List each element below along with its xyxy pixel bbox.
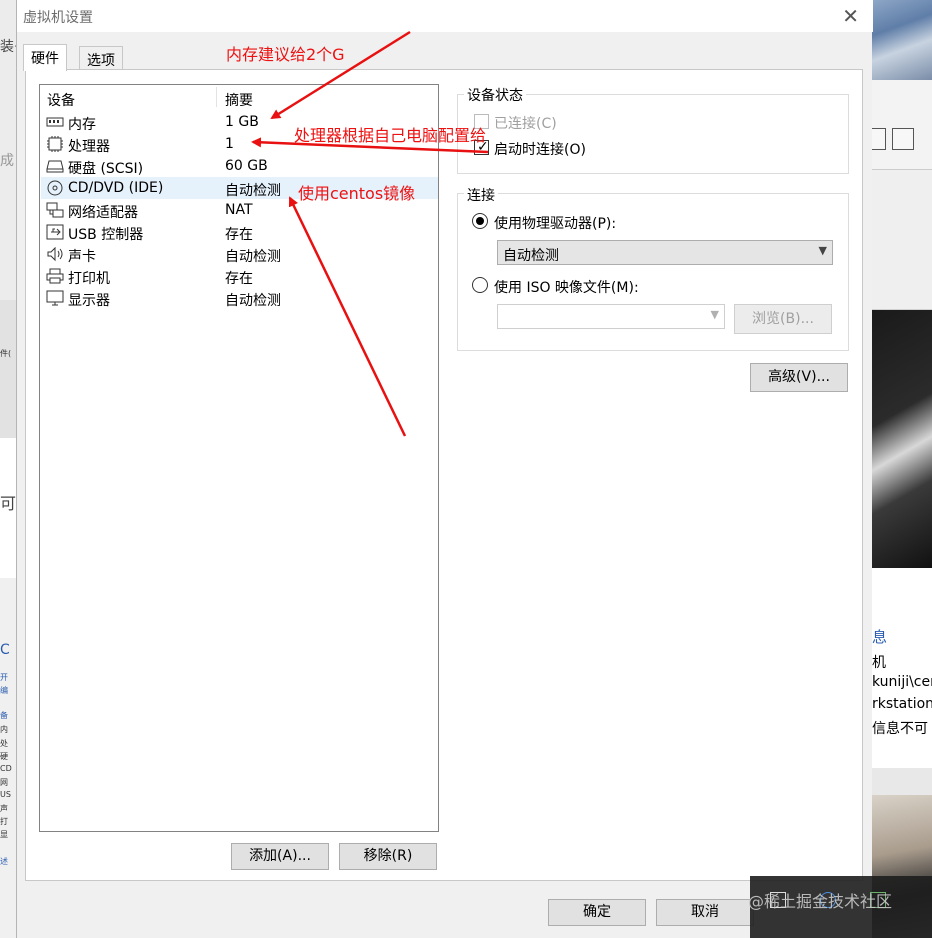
- bg-fragment: 显: [0, 830, 8, 839]
- device-summary: 1 GB: [225, 114, 259, 130]
- column-header-summary[interactable]: 摘要: [225, 90, 253, 110]
- annotation-processor: 处理器根据自己电脑配置给: [294, 126, 487, 145]
- device-name: 打印机: [68, 271, 110, 287]
- bg-left-mid: [0, 300, 16, 438]
- cancel-button[interactable]: 取消: [656, 899, 754, 926]
- chevron-down-icon: ▼: [710, 308, 719, 321]
- column-divider[interactable]: [216, 87, 217, 107]
- device-summary: 自动检测: [225, 183, 281, 199]
- network-adapter-icon: [46, 202, 64, 218]
- radio-dot: [476, 217, 484, 225]
- column-header-device[interactable]: 设备: [47, 90, 75, 110]
- device-row-usb-controller[interactable]: USB 控制器 存在: [41, 221, 438, 243]
- bg-fragment: 述: [0, 857, 8, 866]
- background-photo: [872, 0, 932, 80]
- device-name: 声卡: [68, 249, 96, 265]
- bg-fragment: 件(: [0, 349, 12, 358]
- cd-dvd-icon: [47, 180, 63, 196]
- bg-fragment: 成: [0, 153, 14, 169]
- iso-file-radio[interactable]: [472, 277, 488, 293]
- bg-info-line: 信息不可: [872, 721, 928, 737]
- display-icon: [46, 290, 64, 306]
- window-title: 虚拟机设置: [23, 10, 93, 26]
- bg-fragment: 硬: [0, 752, 8, 761]
- background-window-left: 装· 成 件( 可 C 开 编 备 内 处 硬 CD 网 US 声 打 显 述: [0, 0, 16, 938]
- tab-hardware[interactable]: 硬件: [23, 44, 67, 71]
- bg-fragment: C: [0, 642, 10, 658]
- iso-file-select[interactable]: ▼: [497, 304, 725, 329]
- device-name: CD/DVD (IDE): [68, 180, 164, 196]
- processor-icon: [47, 136, 63, 152]
- bg-info-heading: 息: [872, 628, 888, 646]
- device-list-header: 设备 摘要: [40, 85, 438, 109]
- physical-drive-label: 使用物理驱动器(P):: [494, 216, 617, 232]
- device-status-label: 设备状态: [464, 85, 526, 105]
- layout-icon: [872, 128, 886, 150]
- bg-fragment: 声: [0, 804, 8, 813]
- bg-fragment: 编: [0, 686, 8, 695]
- background-panel: [872, 170, 932, 310]
- iso-file-label: 使用 ISO 映像文件(M):: [494, 280, 639, 296]
- device-summary: 自动检测: [225, 293, 281, 309]
- hard-disk-icon: [46, 160, 64, 173]
- device-row-display[interactable]: 显示器 自动检测: [41, 287, 438, 309]
- device-name: 显示器: [68, 293, 110, 309]
- ok-button[interactable]: 确定: [548, 899, 646, 926]
- printer-icon: [46, 268, 64, 284]
- tab-options[interactable]: 选项: [79, 46, 123, 70]
- annotation-memory: 内存建议给2个G: [226, 45, 345, 64]
- device-name: USB 控制器: [68, 227, 144, 243]
- bg-fragment: CD: [0, 764, 12, 773]
- physical-drive-radio[interactable]: [472, 213, 488, 229]
- bg-fragment: 网: [0, 778, 8, 787]
- browse-button[interactable]: 浏览(B)...: [734, 304, 832, 334]
- background-photo: [872, 310, 932, 568]
- device-row-printer[interactable]: 打印机 存在: [41, 265, 438, 287]
- usb-controller-icon: [46, 224, 64, 240]
- bg-fragment: 备: [0, 711, 8, 720]
- device-summary: 1: [225, 136, 234, 152]
- connection-label: 连接: [464, 185, 498, 205]
- layout-icon: [892, 128, 914, 150]
- bg-fragment: 开: [0, 673, 8, 682]
- bg-fragment: 可: [0, 494, 16, 513]
- advanced-button[interactable]: 高级(V)...: [750, 363, 848, 392]
- background-window-right: 息 机 kuniji\cen rkstation 信息不可: [872, 0, 932, 938]
- bg-fragment: 内: [0, 725, 8, 734]
- background-toolbar: [872, 80, 932, 170]
- connect-on-start-label: 启动时连接(O): [494, 142, 586, 158]
- add-button[interactable]: 添加(A)...: [231, 843, 329, 870]
- physical-drive-select[interactable]: 自动检测 ▼: [497, 240, 833, 265]
- device-summary: 自动检测: [225, 249, 281, 265]
- connected-label: 已连接(C): [494, 116, 557, 132]
- watermark: @稀土掘金技术社区: [748, 892, 893, 911]
- device-summary: 存在: [225, 271, 253, 287]
- bg-fragment: 装·: [0, 39, 16, 55]
- device-name: 处理器: [68, 139, 110, 155]
- device-name: 硬盘 (SCSI): [68, 161, 144, 177]
- chevron-down-icon: ▼: [818, 244, 827, 257]
- device-name: 内存: [68, 117, 96, 133]
- remove-button[interactable]: 移除(R): [339, 843, 437, 870]
- bg-info-line: 机: [872, 655, 886, 671]
- device-summary: 60 GB: [225, 158, 268, 174]
- close-icon[interactable]: ✕: [842, 4, 859, 28]
- sound-card-icon: [47, 246, 63, 262]
- device-summary: NAT: [225, 202, 253, 218]
- bg-fragment: 处: [0, 739, 8, 748]
- bg-info-line: kuniji\cen: [872, 674, 932, 690]
- device-row-hard-disk[interactable]: 硬盘 (SCSI) 60 GB: [41, 155, 438, 177]
- device-row-sound-card[interactable]: 声卡 自动检测: [41, 243, 438, 265]
- device-status-group: [457, 94, 849, 174]
- bg-info-line: rkstation: [872, 696, 932, 712]
- bg-fragment: US: [0, 790, 11, 799]
- annotation-cd: 使用centos镜像: [298, 184, 416, 203]
- device-name: 网络适配器: [68, 205, 138, 221]
- device-summary: 存在: [225, 227, 253, 243]
- physical-drive-value: 自动检测: [503, 248, 559, 264]
- memory-icon: [46, 117, 64, 127]
- title-bar: 虚拟机设置 ✕: [17, 0, 873, 32]
- background-info-panel: 息 机 kuniji\cen rkstation 信息不可: [872, 568, 932, 768]
- bg-fragment: 打: [0, 817, 8, 826]
